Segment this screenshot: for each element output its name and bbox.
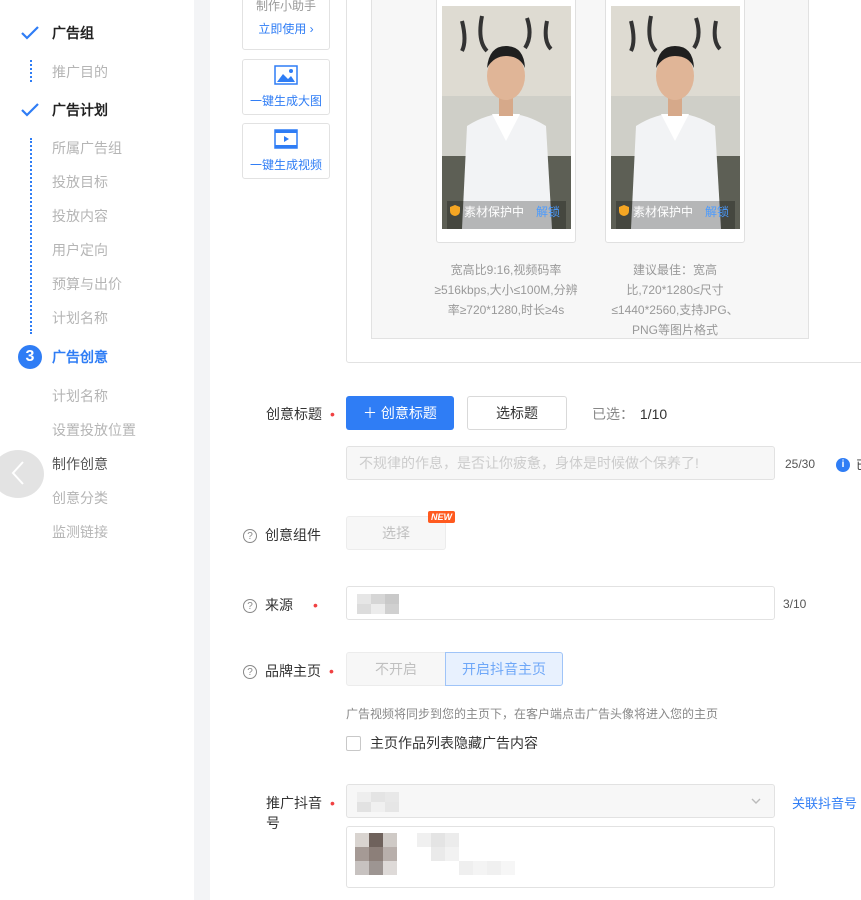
unlock-link[interactable]: 解锁 [536,203,560,220]
add-title-button[interactable]: ＋ 创意标题 [346,396,454,430]
preview-photo [442,6,571,229]
brand-label: ? 品牌主页 • [243,661,334,681]
protect-bar: 素材保护中 解锁 [449,203,560,220]
brand-on-button[interactable]: 开启抖音主页 [445,652,563,686]
hide-ads-option[interactable]: 主页作品列表隐藏广告内容 [346,733,538,753]
required-mark: • [330,795,335,811]
video-spec-hint: 宽高比9:16,视频码率≥516kbps,大小≤100M,分辨率≥720*128… [434,263,578,317]
title-counter: 25/30 [785,457,816,471]
required-mark: • [313,597,318,613]
component-label-text: 创意组件 [265,527,321,543]
check-icon [18,98,42,122]
sidebar-item-creative-plan-name[interactable]: 计划名称 [52,386,108,406]
gen-image-label: 一键生成大图 [249,94,322,108]
video-icon [274,129,298,152]
image-preview[interactable]: 素材保护中 解锁 [605,0,745,243]
step-number: 3 [18,345,42,369]
step-ad-group[interactable]: 广告组 [18,21,94,45]
select-title-button[interactable]: 选标题 [467,396,567,430]
title-input[interactable]: 不规律的作息，是否让你疲惫，身体是时候做个保养了! [346,446,775,480]
sidebar-item-category[interactable]: 创意分类 [52,488,108,508]
assistant-card[interactable]: 制作小助手 立即使用 › [242,0,330,50]
required-mark: • [329,663,334,679]
source-label-text: 来源 [265,597,293,613]
chevron-down-icon [750,794,762,810]
sidebar-item-content[interactable]: 投放内容 [52,206,108,226]
brand-note: 广告视频将同步到您的主页下，在客户端点击广告头像将进入您的主页 [346,707,719,721]
creative-form: 制作小助手 立即使用 › 一键生成大图 一键生成视频 素材保护中 解锁 素材保护… [210,0,861,900]
step-ad-plan[interactable]: 广告计划 [18,98,108,122]
source-counter: 3/10 [783,597,807,611]
preview-photo [611,6,740,229]
sidebar-item-placement[interactable]: 设置投放位置 [52,420,136,440]
help-icon[interactable]: ? [243,529,257,544]
sidebar-item-promo-goal[interactable]: 推广目的 [52,62,108,82]
chevron-left-icon [11,460,25,489]
step-label: 广告组 [52,25,94,41]
sidebar-item-tracking[interactable]: 监测链接 [52,522,108,542]
gen-video-label: 一键生成视频 [249,158,322,172]
image-icon [274,65,298,88]
brand-label-text: 品牌主页 [265,663,321,679]
new-badge: NEW [428,511,455,523]
gutter [194,0,210,900]
step-connector [30,60,32,82]
help-icon[interactable]: ? [243,665,257,680]
use-now-link[interactable]: 立即使用 › [258,20,313,37]
step-connector [30,138,32,334]
sidebar-item-audience[interactable]: 用户定向 [52,240,108,260]
required-mark: • [330,406,335,422]
douyin-account-card[interactable] [346,826,775,888]
assistant-title: 制作小助手 [255,0,316,13]
douyin-label: 推广抖音 • 号 [266,793,335,833]
help-icon[interactable]: ? [243,599,257,614]
back-button[interactable] [0,450,44,498]
step-label: 广告计划 [52,102,108,118]
unlock-link[interactable]: 解锁 [705,203,729,220]
step-ad-creative[interactable]: 3 广告创意 [18,345,108,369]
brand-off-button[interactable]: 不开启 [346,652,446,686]
shield-icon [618,204,630,220]
douyin-label-line1: 推广抖音 [266,795,322,811]
sidebar-item-target[interactable]: 投放目标 [52,172,108,192]
protect-bar: 素材保护中 解锁 [618,203,729,220]
hide-ads-checkbox[interactable] [346,735,361,751]
video-preview[interactable]: 素材保护中 解锁 [436,0,576,243]
source-input[interactable] [346,586,775,620]
component-label: ? 创意组件 [243,525,321,545]
check-icon [18,21,42,45]
selected-label: 已选： [592,406,634,422]
link-douyin-button[interactable]: 关联抖音号 [792,793,857,812]
shield-icon [449,204,461,220]
sidebar-item-ad-group[interactable]: 所属广告组 [52,138,122,158]
protect-label: 素材保护中 [633,205,694,219]
image-spec-hint: 建议最佳：宽高比,720*1280≤尺寸≤1440*2560,支持JPG、PNG… [611,263,739,337]
title-label: 创意标题 • [266,404,335,424]
selected-value: 1/10 [639,406,668,422]
gen-image-button[interactable]: 一键生成大图 [242,59,330,115]
info-icon: i [836,457,850,472]
step-label: 广告创意 [52,349,108,365]
title-label-text: 创意标题 [266,406,322,422]
douyin-label-line2: 号 [266,815,280,831]
source-label: ? 来源 • [243,595,318,615]
protect-label: 素材保护中 [464,205,525,219]
selected-count: 已选： 1/10 [592,404,667,424]
sidebar-item-budget[interactable]: 预算与出价 [52,274,122,294]
sidebar-item-make-creative[interactable]: 制作创意 [52,454,108,474]
info-tip[interactable]: i 已 [836,456,861,473]
step-sidebar: 广告组 推广目的 广告计划 所属广告组 投放目标 投放内容 用户定向 预算与出价… [0,0,194,900]
info-text: 已 [856,456,861,473]
hide-ads-label: 主页作品列表隐藏广告内容 [370,735,538,751]
gen-video-button[interactable]: 一键生成视频 [242,123,330,179]
sidebar-item-plan-name[interactable]: 计划名称 [52,308,108,328]
douyin-select[interactable] [346,784,775,818]
